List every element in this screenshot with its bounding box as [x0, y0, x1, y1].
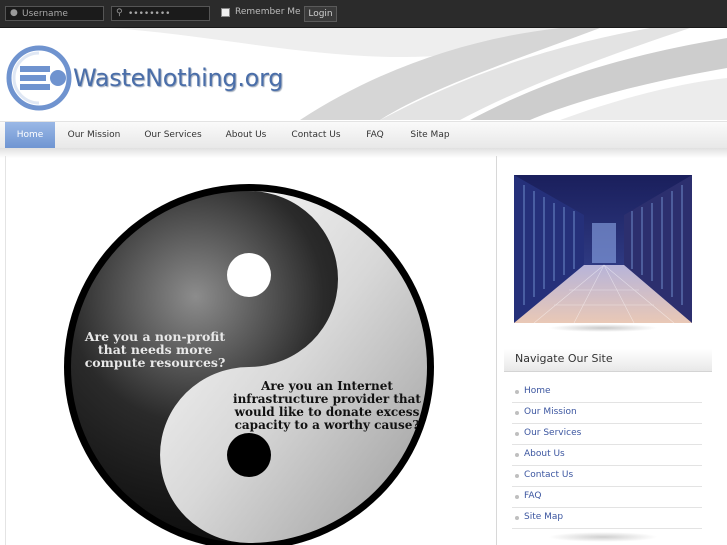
- sidebar-item-label[interactable]: Our Mission: [524, 407, 577, 417]
- username-field[interactable]: ●: [5, 6, 104, 21]
- sidebar-nav-list: Home Our Mission Our Services About Us C…: [512, 382, 702, 529]
- user-icon: ●: [10, 8, 18, 18]
- logo-icon: [6, 45, 72, 111]
- nav-faq[interactable]: FAQ: [360, 122, 390, 148]
- sidebar-item-label[interactable]: Site Map: [524, 512, 563, 522]
- nav-site-map[interactable]: Site Map: [404, 122, 456, 148]
- sidebar-item-label[interactable]: About Us: [524, 449, 565, 459]
- nav-about-us[interactable]: About Us: [220, 122, 272, 148]
- sidebar-item-about-us[interactable]: About Us: [512, 445, 702, 466]
- main-nav: Home Our Mission Our Services About Us C…: [0, 121, 727, 149]
- provider-question-line: capacity to a worthy cause?: [234, 418, 420, 432]
- password-input[interactable]: [128, 7, 207, 20]
- nav-contact-us[interactable]: Contact Us: [285, 122, 347, 148]
- sidebar-item-site-map[interactable]: Site Map: [512, 508, 702, 529]
- provider-question: Are you an Internet infrastructure provi…: [232, 380, 422, 432]
- site-header: WasteNothing.org: [0, 28, 727, 120]
- sidebar-item-label[interactable]: Our Services: [524, 428, 581, 438]
- site-name[interactable]: WasteNothing.org: [73, 64, 283, 92]
- sidebar-bottom-shadow: [548, 532, 658, 542]
- nonprofit-question-line: compute resources?: [84, 355, 226, 370]
- server-room-image: [514, 175, 692, 323]
- sidebar-item-label[interactable]: Home: [524, 386, 551, 396]
- sidebar-item-our-mission[interactable]: Our Mission: [512, 403, 702, 424]
- sidebar-item-home[interactable]: Home: [512, 382, 702, 403]
- sidebar-title-bar: Navigate Our Site: [504, 349, 712, 372]
- username-input[interactable]: [22, 7, 101, 20]
- sidebar-item-label[interactable]: FAQ: [524, 491, 541, 501]
- remember-label: Remember Me: [235, 7, 301, 17]
- sidebar-title: Navigate Our Site: [515, 352, 613, 365]
- bullet-icon: [515, 411, 519, 415]
- sidebar-item-contact-us[interactable]: Contact Us: [512, 466, 702, 487]
- bullet-icon: [515, 390, 519, 394]
- login-bar: ● ⚲ Remember Me Login: [0, 0, 727, 28]
- sidebar-item-label[interactable]: Contact Us: [524, 470, 573, 480]
- nav-home[interactable]: Home: [5, 122, 55, 148]
- bullet-icon: [515, 432, 519, 436]
- bullet-icon: [515, 474, 519, 478]
- key-icon: ⚲: [116, 8, 123, 18]
- login-button[interactable]: Login: [304, 6, 337, 22]
- sidebar-item-our-services[interactable]: Our Services: [512, 424, 702, 445]
- nav-our-mission[interactable]: Our Mission: [62, 122, 126, 148]
- nonprofit-question: Are you a non-profit that needs more com…: [80, 330, 230, 369]
- password-field[interactable]: ⚲: [111, 6, 210, 21]
- bullet-icon: [515, 453, 519, 457]
- bullet-icon: [515, 516, 519, 520]
- bullet-icon: [515, 495, 519, 499]
- nav-our-services[interactable]: Our Services: [138, 122, 208, 148]
- sidebar-item-faq[interactable]: FAQ: [512, 487, 702, 508]
- image-shadow: [548, 324, 658, 332]
- remember-checkbox[interactable]: [221, 8, 230, 17]
